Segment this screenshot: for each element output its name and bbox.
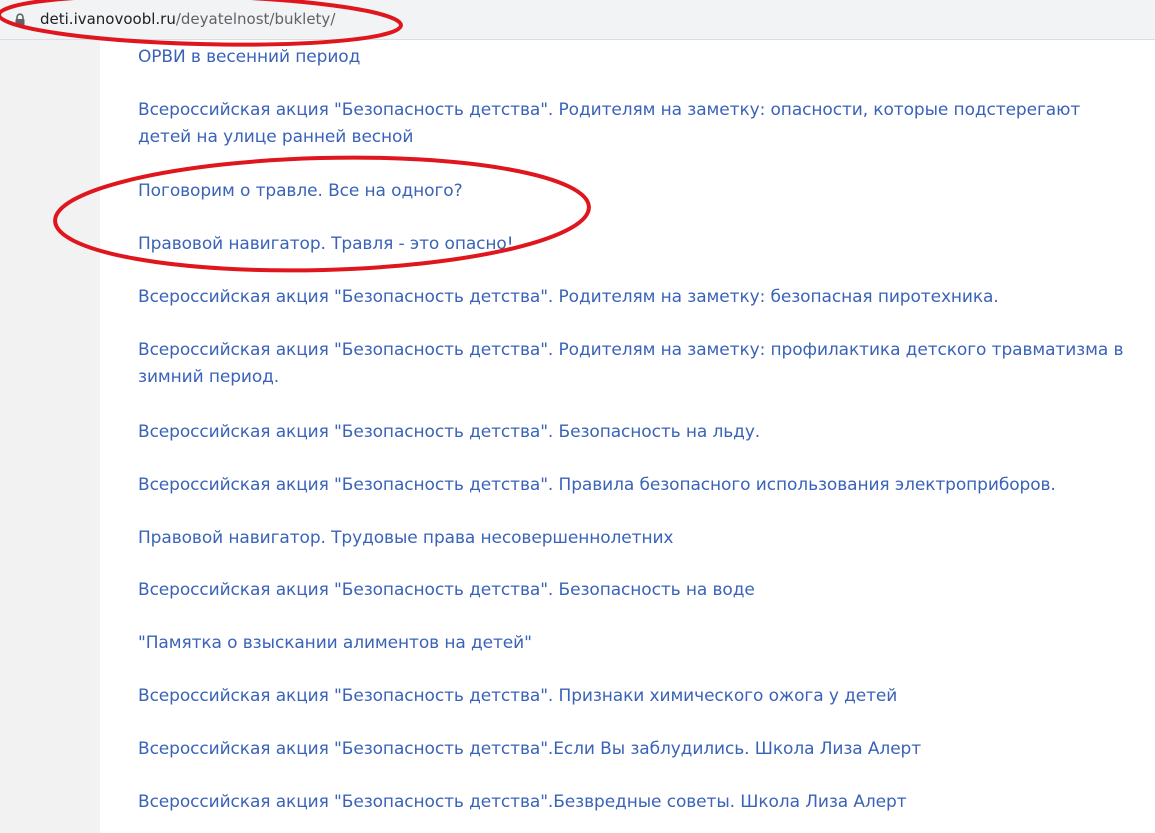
booklet-link-pyrotechnics[interactable]: Всероссийская акция "Безопасность детств…: [138, 287, 999, 307]
list-item: Всероссийская акция "Безопасность детств…: [138, 419, 1138, 446]
booklet-link-child-support[interactable]: "Памятка о взыскании алиментов на детей": [138, 633, 532, 653]
booklet-link-harmless-tips-liza-alert[interactable]: Всероссийская акция "Безопасность детств…: [138, 792, 907, 812]
booklet-link-ice-safety[interactable]: Всероссийская акция "Безопасность детств…: [138, 422, 760, 442]
booklet-list-content: ОРВИ в весенний период Всероссийская акц…: [100, 40, 1155, 833]
lock-icon[interactable]: [14, 12, 26, 26]
booklet-link-early-spring-dangers[interactable]: Всероссийская акция "Безопасность детств…: [138, 100, 1080, 147]
booklet-link-if-lost-liza-alert[interactable]: Всероссийская акция "Безопасность детств…: [138, 739, 921, 759]
list-item: Всероссийская акция "Безопасность детств…: [138, 284, 1138, 311]
booklet-link-electrical-appliances[interactable]: Всероссийская акция "Безопасность детств…: [138, 475, 1056, 495]
booklet-link-chemical-burns[interactable]: Всероссийская акция "Безопасность детств…: [138, 686, 897, 706]
address-bar[interactable]: deti.ivanovoobl.ru/deyatelnost/buklety/: [0, 0, 1155, 40]
url-host: deti.ivanovoobl.ru: [40, 10, 176, 28]
list-item: Правовой навигатор. Трудовые права несов…: [138, 525, 1138, 552]
url-path: /deyatelnost/buklety/: [175, 10, 336, 28]
list-item: Правовой навигатор. Травля - это опасно!: [138, 231, 1138, 258]
booklet-link-bullying-talk[interactable]: Поговорим о травле. Все на одного?: [138, 181, 463, 201]
booklet-link-labor-rights-minors[interactable]: Правовой навигатор. Трудовые права несов…: [138, 528, 673, 548]
browser-page: deti.ivanovoobl.ru/deyatelnost/buklety/ …: [0, 0, 1155, 833]
list-item: Всероссийская акция "Безопасность детств…: [138, 736, 1138, 763]
url-text[interactable]: deti.ivanovoobl.ru/deyatelnost/buklety/: [40, 8, 335, 30]
list-item: Всероссийская акция "Безопасность детств…: [138, 577, 1138, 604]
list-item: ОРВИ в весенний период: [138, 44, 1138, 71]
list-item: Поговорим о травле. Все на одного?: [138, 178, 1138, 205]
list-item: Всероссийская акция "Безопасность детств…: [138, 97, 1138, 151]
booklet-link-water-safety[interactable]: Всероссийская акция "Безопасность детств…: [138, 580, 755, 600]
left-gutter: [0, 40, 100, 833]
list-item: Всероссийская акция "Безопасность детств…: [138, 683, 1138, 710]
booklet-link-winter-injuries[interactable]: Всероссийская акция "Безопасность детств…: [138, 340, 1123, 387]
booklet-link-legal-navigator-bullying[interactable]: Правовой навигатор. Травля - это опасно!: [138, 234, 514, 254]
list-item: "Памятка о взыскании алиментов на детей": [138, 630, 1138, 657]
list-item: Всероссийская акция "Безопасность детств…: [138, 789, 1138, 816]
list-item: Всероссийская акция "Безопасность детств…: [138, 472, 1138, 499]
booklet-link-orvi-spring[interactable]: ОРВИ в весенний период: [138, 47, 360, 67]
list-item: Всероссийская акция "Безопасность детств…: [138, 337, 1138, 391]
